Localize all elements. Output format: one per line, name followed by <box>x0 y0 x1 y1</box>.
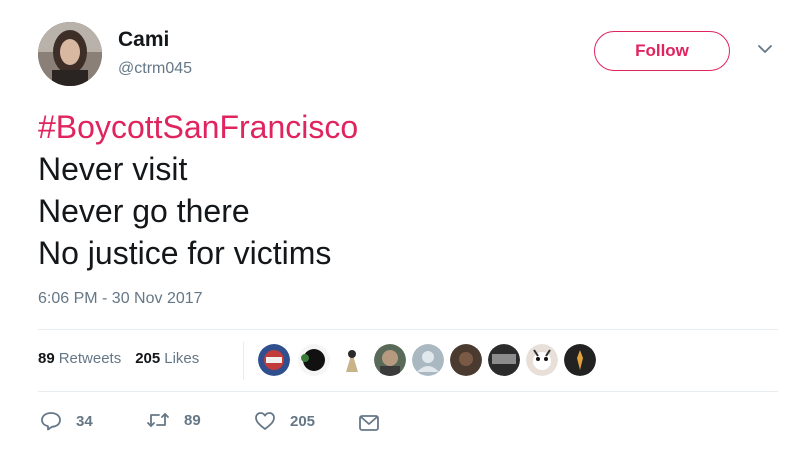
likes-count: 205 <box>135 350 161 367</box>
tweet-stats: 89 Retweets 205 Likes <box>38 350 199 367</box>
liker-avatar[interactable] <box>450 344 482 376</box>
user-handle[interactable]: @ctrm045 <box>118 60 192 78</box>
likes-stat[interactable]: 205 Likes <box>135 350 199 367</box>
divider <box>38 329 778 330</box>
retweet-icon <box>146 411 170 429</box>
retweet-count: 89 <box>184 411 201 429</box>
liker-avatar[interactable] <box>298 344 330 376</box>
timestamp[interactable]: 6:06 PM - 30 Nov 2017 <box>38 290 203 308</box>
liker-avatar[interactable] <box>374 344 406 376</box>
envelope-icon <box>358 414 380 432</box>
reply-button[interactable]: 34 <box>40 411 93 431</box>
retweets-count: 89 <box>38 350 55 367</box>
retweets-label: Retweets <box>58 350 122 367</box>
tweet-text-line: No justice for victims <box>38 235 332 271</box>
tweet-text-line: Never visit <box>38 151 188 187</box>
like-count: 205 <box>290 412 316 430</box>
divider <box>38 391 778 392</box>
avatar-photo <box>38 22 102 86</box>
liker-avatar[interactable] <box>564 344 596 376</box>
retweets-stat[interactable]: 89 Retweets <box>38 350 121 367</box>
tweet-text-line: Never go there <box>38 193 250 229</box>
hashtag-link[interactable]: #BoycottSanFrancisco <box>38 106 358 148</box>
like-button[interactable]: 205 <box>254 411 315 431</box>
follow-button[interactable]: Follow <box>594 31 730 71</box>
avatar[interactable] <box>38 22 102 86</box>
liker-avatar[interactable] <box>258 344 290 376</box>
reply-count: 34 <box>76 412 93 430</box>
reply-icon <box>40 411 62 431</box>
retweet-button[interactable]: 89 <box>146 411 201 429</box>
liker-avatar[interactable] <box>526 344 558 376</box>
liker-avatar[interactable] <box>488 344 520 376</box>
display-name[interactable]: Cami <box>118 28 169 52</box>
liker-avatar[interactable] <box>336 344 368 376</box>
likes-label: Likes <box>164 350 200 367</box>
stats-separator <box>243 342 244 380</box>
liker-avatar[interactable] <box>412 344 444 376</box>
heart-icon <box>254 411 276 431</box>
direct-message-button[interactable] <box>358 414 380 432</box>
chevron-down-icon[interactable] <box>756 42 774 56</box>
